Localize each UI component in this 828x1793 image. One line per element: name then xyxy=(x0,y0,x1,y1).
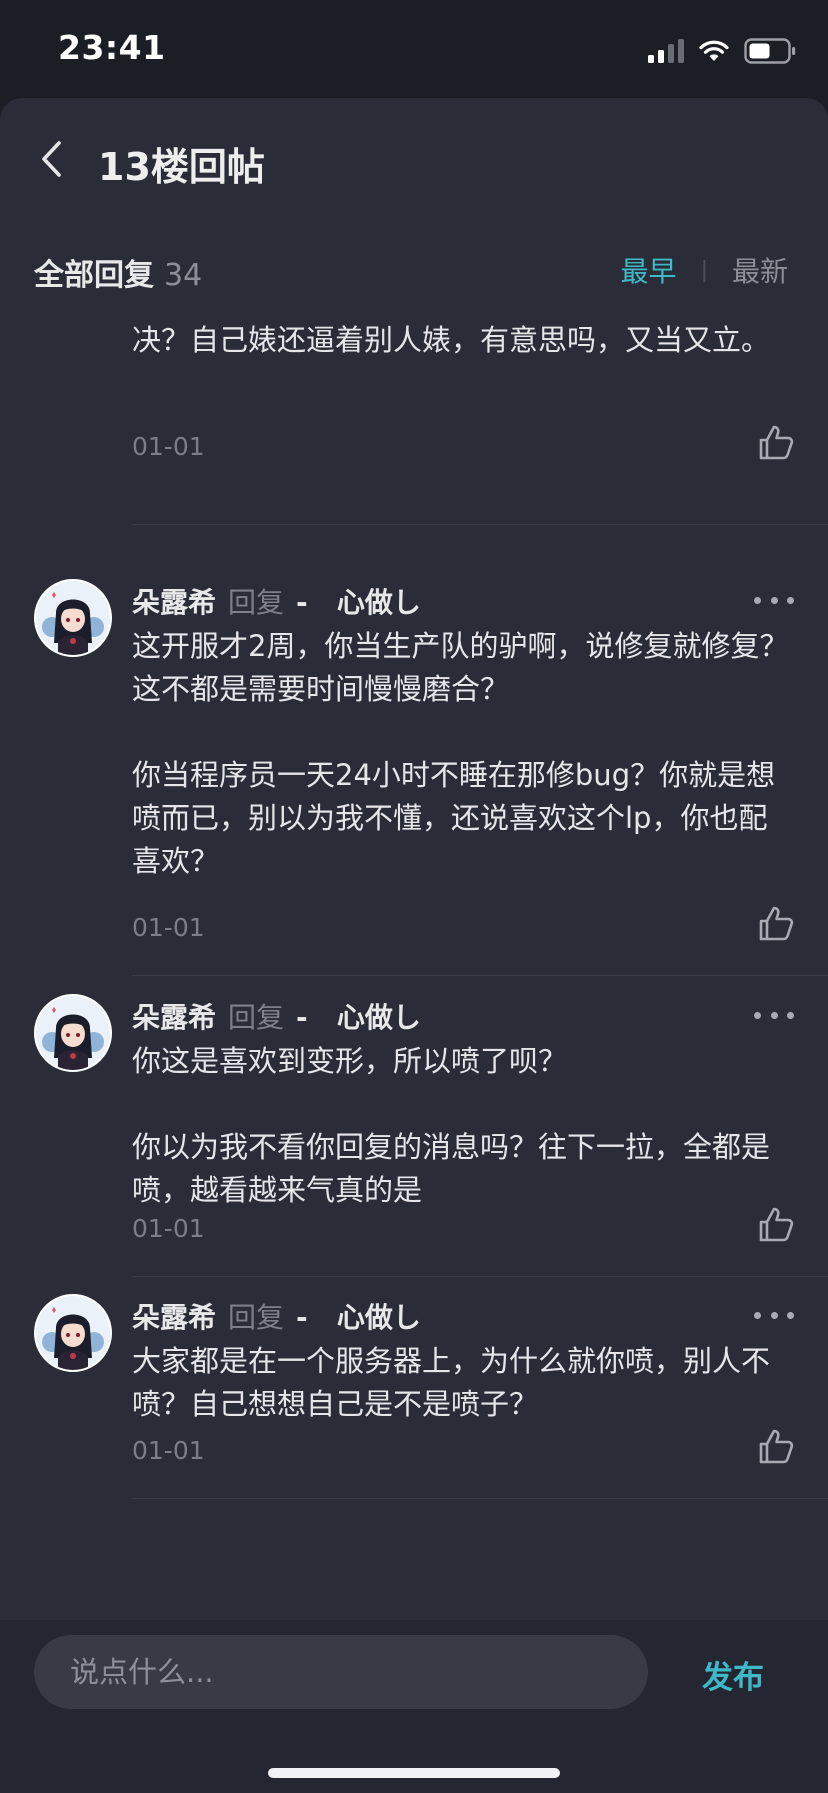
reply-date: 01-01 xyxy=(132,1436,205,1465)
sort-divider: | xyxy=(700,257,708,283)
reply-text: 你这是喜欢到变形，所以喷了呗？ 你以为我不看你回复的消息吗？往下一拉，全都是喷，… xyxy=(132,1040,796,1212)
reply-to-label: 回复 xyxy=(228,1301,285,1334)
reply-paragraph: 大家都是在一个服务器上，为什么就你喷，别人不喷？自己想想自己是不是喷子？ xyxy=(132,1344,771,1421)
battery-icon xyxy=(744,38,796,64)
reply-to-label: 回复 xyxy=(228,1001,285,1034)
section-title-label: 全部回复 xyxy=(34,258,154,293)
more-options-button[interactable] xyxy=(754,1000,794,1030)
reply-target-name[interactable]: - 心做し xyxy=(296,1296,421,1336)
more-dot-icon xyxy=(754,1311,761,1319)
reply-text: 这开服才2周，你当生产队的驴啊，说修复就修复？这不都是需要时间慢慢磨合？ 你当程… xyxy=(132,625,796,883)
status-time: 23:41 xyxy=(58,28,166,67)
reply-list[interactable]: 不是游戏自身的问题？是不是反馈了也没得到解决？自己婊还逼着别人婊，有意思吗，又当… xyxy=(0,312,828,1718)
more-dot-icon xyxy=(787,1011,794,1019)
reply-author-line: 朵露希 回复 - 心做し xyxy=(132,581,421,621)
avatar-image xyxy=(36,581,110,655)
reply-date: 01-01 xyxy=(132,913,205,942)
avatar[interactable] xyxy=(34,579,112,657)
reply-divider xyxy=(132,1276,828,1277)
reply-divider xyxy=(132,975,828,976)
publish-button[interactable]: 发布 xyxy=(702,1652,764,1697)
thumbs-up-icon[interactable] xyxy=(756,1204,796,1244)
more-dot-icon xyxy=(754,596,761,604)
status-icons xyxy=(648,36,796,66)
nav-bar: 13楼回帖 xyxy=(0,98,828,221)
page-title: 13楼回帖 xyxy=(98,145,265,189)
section-title: 全部回复 34 xyxy=(34,250,202,294)
reply-paragraph: 不是游戏自身的问题？是不是反馈了也没得到解决？自己婊还逼着别人婊，有意思吗，又当… xyxy=(132,312,771,357)
author-name[interactable]: 朵露希 xyxy=(132,996,216,1036)
sort-newest-tab[interactable]: 最新 xyxy=(732,250,788,290)
cellular-signal-icon xyxy=(648,39,684,63)
thumbs-up-icon[interactable] xyxy=(756,1426,796,1466)
thumbs-up-icon[interactable] xyxy=(756,903,796,943)
thumbs-up-icon[interactable] xyxy=(756,422,796,462)
reply-divider xyxy=(132,1498,828,1499)
sort-tabs: 最早 | 最新 xyxy=(621,250,788,290)
reply-paragraph: 你当程序员一天24小时不睡在那修bug？你就是想喷而已，别以为我不懂，还说喜欢这… xyxy=(132,758,776,878)
reply-target-name[interactable]: - 心做し xyxy=(296,581,421,621)
more-dot-icon xyxy=(754,1011,761,1019)
reply-date: 01-01 xyxy=(132,1214,205,1243)
sort-earliest-tab[interactable]: 最早 xyxy=(621,250,677,290)
back-button[interactable] xyxy=(26,132,76,186)
reply-text: 不是游戏自身的问题？是不是反馈了也没得到解决？自己婊还逼着别人婊，有意思吗，又当… xyxy=(132,312,796,362)
reply-sheet: 13楼回帖 全部回复 34 最早 | 最新 不是游戏自身的问题？是不是反馈了也没得… xyxy=(0,98,828,1793)
more-dot-icon xyxy=(770,1011,778,1019)
avatar-image xyxy=(36,1296,110,1370)
reply-paragraph: 你这是喜欢到变形，所以喷了呗？ xyxy=(132,1044,568,1078)
reply-target-name[interactable]: - 心做し xyxy=(296,996,421,1036)
comment-input[interactable] xyxy=(34,1635,648,1709)
reply-divider xyxy=(132,524,828,525)
reply-author-line: 朵露希 回复 - 心做し xyxy=(132,1296,421,1336)
more-dot-icon xyxy=(770,596,778,604)
avatar[interactable] xyxy=(34,994,112,1072)
reply-text: 大家都是在一个服务器上，为什么就你喷，别人不喷？自己想想自己是不是喷子？ xyxy=(132,1340,796,1426)
chevron-left-icon xyxy=(42,141,61,177)
reply-paragraph: 这开服才2周，你当生产队的驴啊，说修复就修复？这不都是需要时间慢慢磨合？ xyxy=(132,629,789,706)
status-bar: 23:41 xyxy=(0,0,828,98)
more-dot-icon xyxy=(787,596,794,604)
avatar-image xyxy=(36,996,110,1070)
more-dot-icon xyxy=(770,1311,778,1319)
reply-author-line: 朵露希 回复 - 心做し xyxy=(132,996,421,1036)
more-options-button[interactable] xyxy=(754,1300,794,1330)
reply-count: 34 xyxy=(164,258,203,293)
author-name[interactable]: 朵露希 xyxy=(132,581,216,621)
wifi-icon xyxy=(699,40,729,61)
more-options-button[interactable] xyxy=(754,585,794,615)
reply-date: 01-01 xyxy=(132,432,205,461)
more-dot-icon xyxy=(787,1311,794,1319)
avatar[interactable] xyxy=(34,1294,112,1372)
reply-paragraph: 你以为我不看你回复的消息吗？往下一拉，全都是喷，越看越来气真的是 xyxy=(132,1130,771,1207)
home-indicator xyxy=(268,1768,560,1778)
section-header: 全部回复 34 最早 | 最新 xyxy=(0,220,828,312)
comment-composer: 发布 xyxy=(0,1620,828,1793)
reply-to-label: 回复 xyxy=(228,586,285,619)
author-name[interactable]: 朵露希 xyxy=(132,1296,216,1336)
